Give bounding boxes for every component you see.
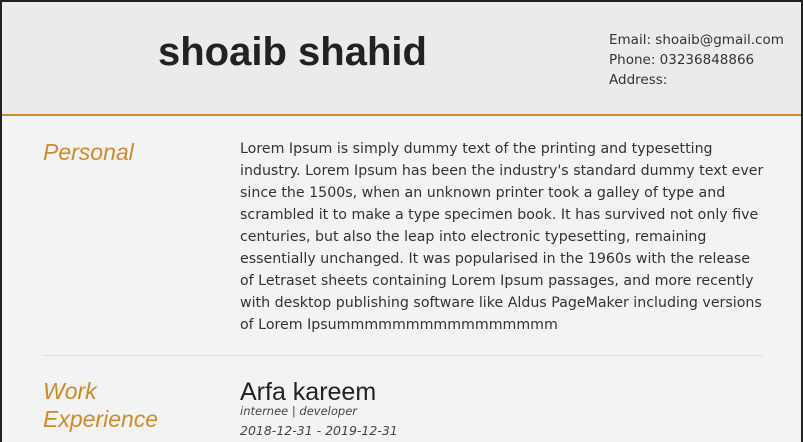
person-name: shoaib shahid — [158, 30, 427, 74]
contact-info: Email: shoaib@gmail.com Phone: 032368488… — [609, 30, 784, 90]
contact-email: Email: shoaib@gmail.com — [609, 32, 784, 48]
contact-phone: Phone: 03236848866 — [609, 52, 755, 68]
personal-description: Lorem Ipsum is simply dummy text of the … — [240, 141, 764, 333]
work-entry-company: Arfa kareem — [240, 378, 377, 406]
work-entry-dates: 2018-12-31 - 2019-12-31 — [240, 423, 398, 438]
contact-address: Address: — [609, 72, 668, 88]
resume-header: shoaib shahid Email: shoaib@gmail.com Ph… — [2, 2, 801, 116]
work-entry-role: internee | developer — [240, 404, 358, 418]
work-experience-section-title: Work Experience — [43, 378, 159, 432]
section-divider — [43, 355, 763, 356]
personal-section-title: Personal — [43, 139, 134, 165]
